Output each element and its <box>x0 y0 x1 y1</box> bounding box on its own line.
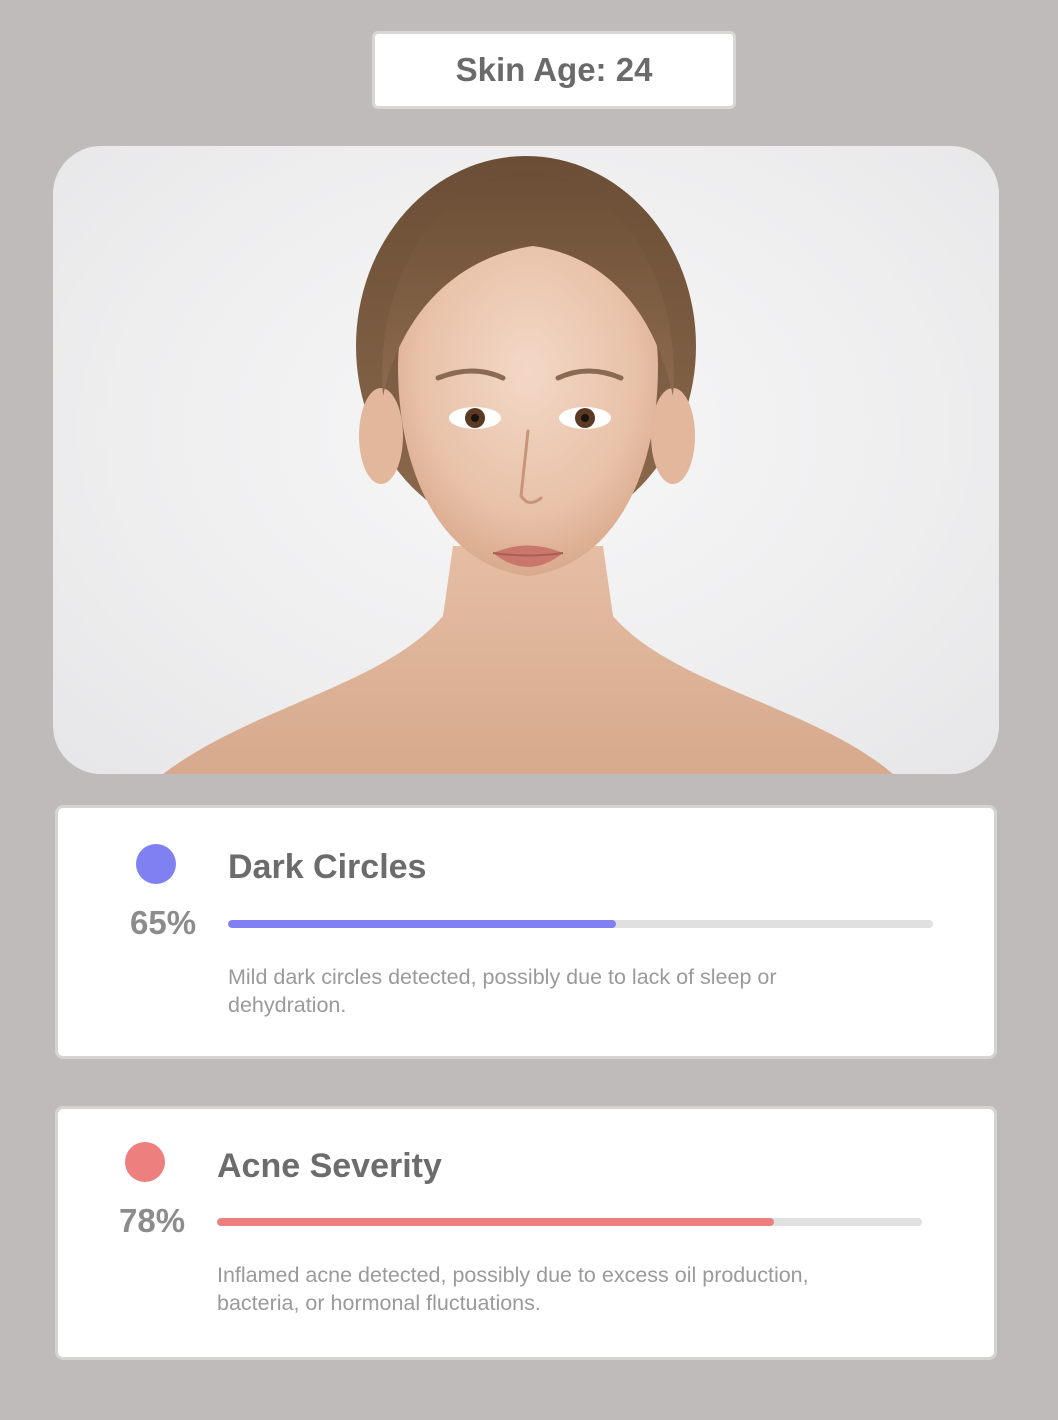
dark-circles-progress-bar <box>228 920 933 928</box>
face-photo <box>53 146 999 774</box>
metric-title: Acne Severity <box>217 1147 442 1185</box>
metric-description: Mild dark circles detected, possibly due… <box>228 965 777 1017</box>
acne-severity-progress-bar <box>217 1218 922 1226</box>
metric-title: Dark Circles <box>228 848 427 886</box>
metric-percent: 65% <box>130 904 197 941</box>
dark-circles-color-dot <box>136 844 176 884</box>
metric-percent: 78% <box>119 1202 186 1239</box>
dark-circles-card: Dark Circles 65% Mild dark circles detec… <box>55 805 997 1059</box>
acne-severity-card: Acne Severity 78% Inflamed acne detected… <box>55 1106 997 1360</box>
acne-severity-color-dot <box>125 1142 165 1182</box>
portrait-illustration <box>163 156 893 774</box>
skin-age-badge: Skin Age: 24 <box>372 31 736 109</box>
progress-bar-fill <box>228 920 616 928</box>
progress-bar-fill <box>217 1218 774 1226</box>
metric-description: Inflamed acne detected, possibly due to … <box>217 1263 809 1315</box>
